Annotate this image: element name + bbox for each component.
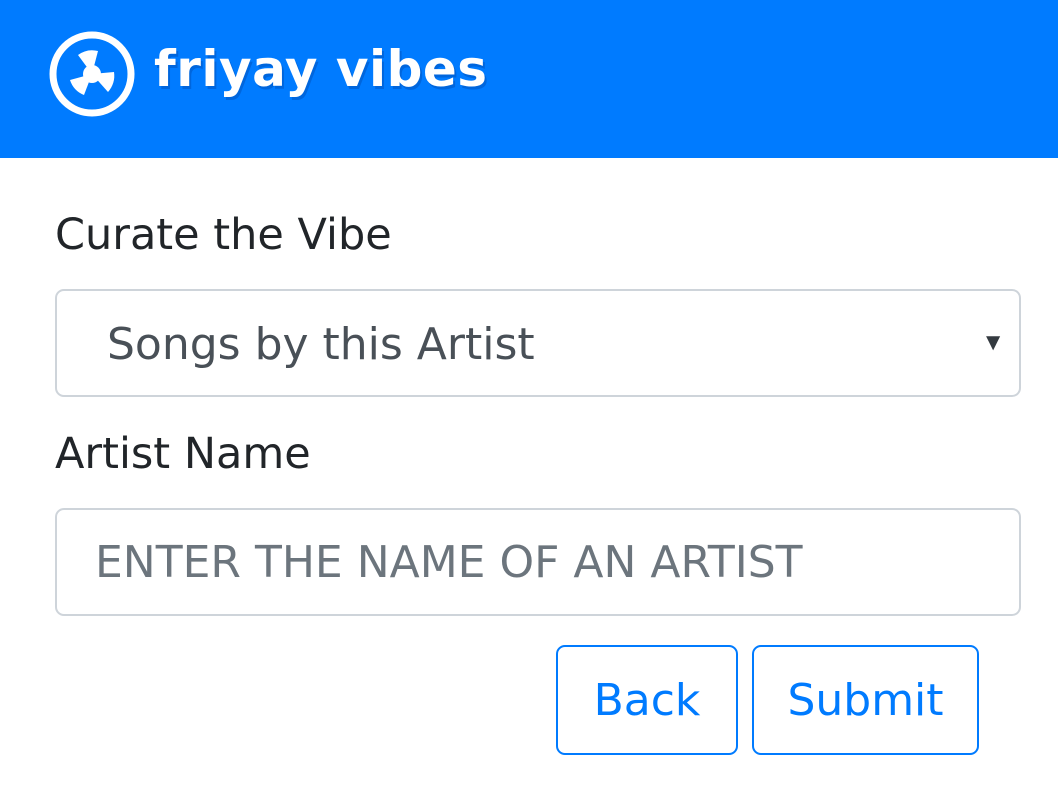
caret-down-icon: ▼ [981, 329, 1005, 356]
brand-link[interactable]: friyay vibes [48, 30, 488, 118]
brand-name: friyay vibes [154, 40, 488, 98]
radiation-disc-icon [49, 31, 135, 117]
curate-vibe-select[interactable]: Songs by this Artist ▼ [55, 289, 1021, 397]
submit-button[interactable]: Submit [752, 645, 979, 755]
back-button[interactable]: Back [556, 645, 738, 755]
artist-name-input[interactable] [55, 508, 1021, 616]
curate-vibe-label: Curate the Vibe [55, 210, 392, 260]
navbar: friyay vibes [0, 0, 1058, 158]
curate-vibe-selected-value: Songs by this Artist [107, 319, 535, 370]
artist-name-label: Artist Name [55, 429, 311, 479]
